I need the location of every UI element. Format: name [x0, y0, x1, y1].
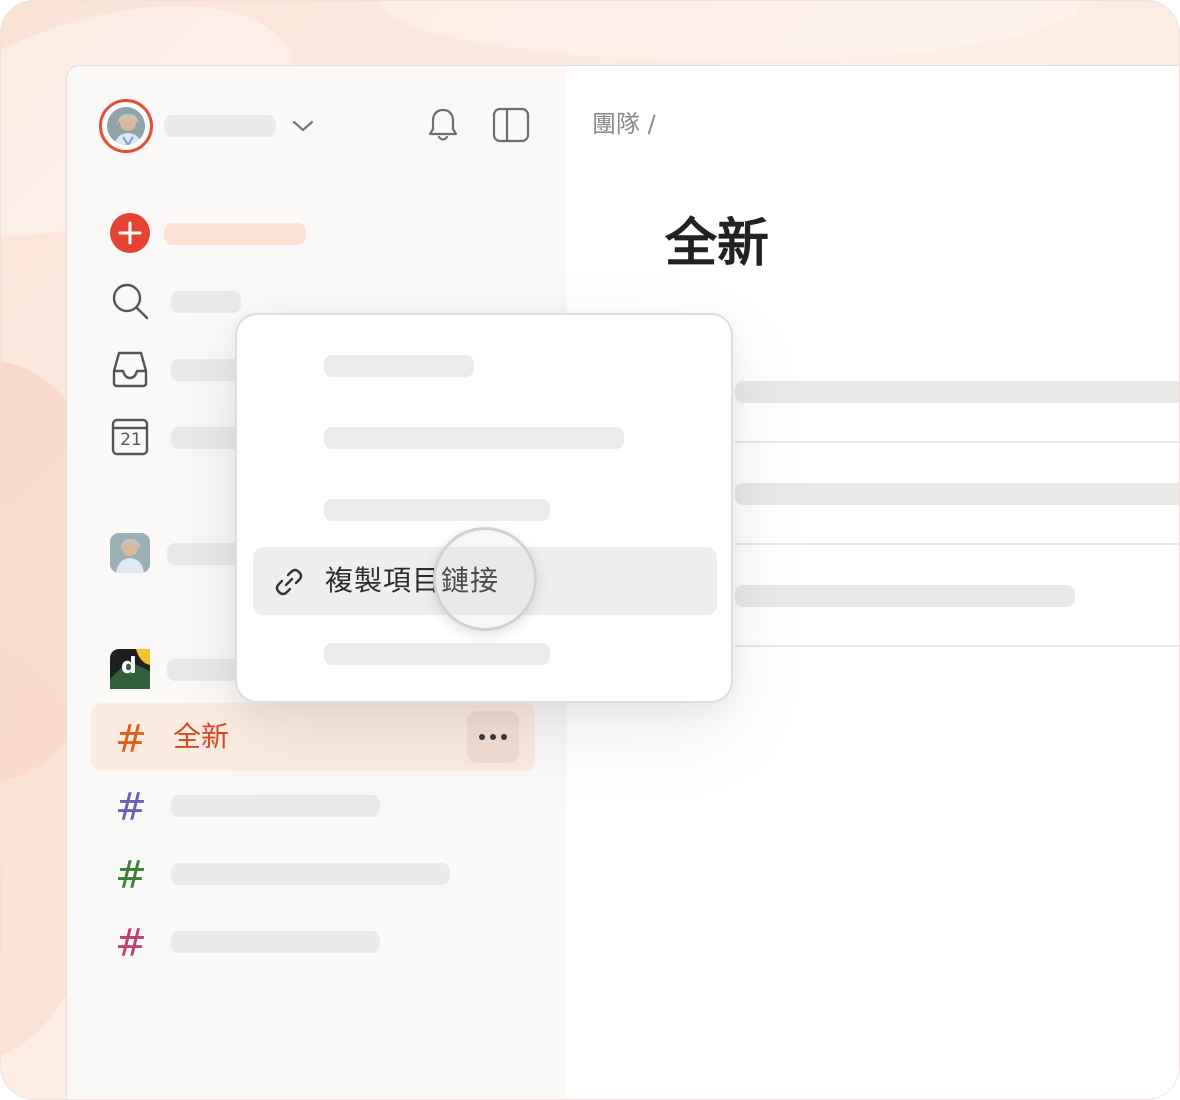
workspace-avatar[interactable]: [109, 532, 151, 574]
hash-icon: #: [115, 853, 147, 897]
link-icon: [273, 566, 305, 602]
team-logo[interactable]: d: [109, 648, 151, 690]
team-label[interactable]: [167, 659, 241, 681]
task-placeholder[interactable]: [735, 381, 1179, 403]
calendar-day-number: 21: [120, 430, 142, 450]
divider: [735, 543, 1179, 545]
divider: [735, 441, 1179, 443]
chevron-down-icon[interactable]: [289, 114, 317, 138]
add-task-label[interactable]: [164, 223, 306, 245]
inbox-icon[interactable]: [109, 348, 151, 390]
hash-icon: #: [115, 921, 147, 965]
menu-item[interactable]: [324, 355, 474, 377]
more-options-button[interactable]: [467, 711, 519, 763]
inbox-label[interactable]: [171, 359, 241, 381]
context-menu: 複製項目鏈接: [235, 313, 733, 703]
menu-item[interactable]: [324, 499, 550, 521]
team-logo-letter: d: [121, 654, 137, 679]
dot: [501, 734, 507, 740]
project-label[interactable]: 全新: [173, 720, 229, 754]
menu-item[interactable]: [324, 643, 550, 665]
task-placeholder[interactable]: [735, 585, 1075, 607]
breadcrumb[interactable]: 團隊 /: [592, 106, 656, 142]
task-placeholder[interactable]: [735, 483, 1179, 505]
dot: [479, 734, 485, 740]
upcoming-label[interactable]: [171, 427, 241, 449]
hash-icon: #: [115, 717, 147, 761]
avatar: [105, 105, 147, 147]
project-label[interactable]: [171, 795, 380, 817]
username-placeholder[interactable]: [164, 115, 276, 137]
project-label[interactable]: [171, 931, 380, 953]
user-avatar-button[interactable]: [99, 99, 153, 153]
page-title: 全新: [665, 214, 770, 274]
cursor-click-indicator: [433, 527, 537, 631]
menu-item[interactable]: [324, 427, 624, 449]
add-task-icon[interactable]: [109, 212, 151, 254]
search-icon[interactable]: [109, 280, 151, 322]
divider: [735, 645, 1179, 647]
dot: [490, 734, 496, 740]
search-label[interactable]: [171, 291, 241, 313]
background-wave: [381, 1, 1081, 61]
sidebar-toggle-icon[interactable]: [490, 104, 532, 146]
project-label[interactable]: [171, 863, 450, 885]
hash-icon: #: [115, 785, 147, 829]
workspace-label[interactable]: [167, 543, 241, 565]
bell-icon[interactable]: [423, 104, 463, 146]
